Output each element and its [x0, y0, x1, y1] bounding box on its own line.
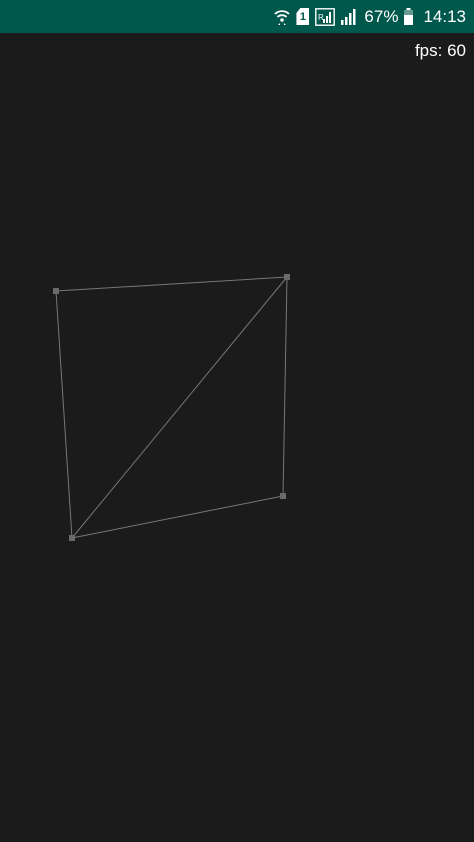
vertex-handle-top-left[interactable] [53, 288, 59, 294]
vertex-handle-top-right[interactable] [284, 274, 290, 280]
status-icons: 1 R 67% 14:13 [274, 0, 466, 33]
battery-icon [404, 8, 414, 25]
wifi-icon [274, 8, 291, 26]
app-screen: 1 R 67% 14:13 fps: 60 [0, 0, 474, 842]
mesh-edge-top [55, 276, 288, 292]
sim-icon: 1 [296, 8, 310, 25]
mesh-vertices[interactable] [53, 274, 290, 541]
vertex-handle-bottom-right[interactable] [280, 493, 286, 499]
mesh-edge-right [282, 276, 288, 497]
clock: 14:13 [423, 6, 466, 26]
mesh-canvas[interactable] [0, 33, 474, 842]
signal-r-icon: R [315, 7, 336, 26]
mesh-edge-bottom [71, 495, 284, 539]
mesh-edges [55, 276, 288, 539]
battery-percent: 67% [364, 6, 399, 26]
mesh-edge-left [55, 290, 73, 539]
vertex-handle-bottom-left[interactable] [69, 535, 75, 541]
status-bar: 1 R 67% 14:13 [0, 0, 474, 33]
signal-icon [341, 8, 357, 25]
mesh-edge-diagonal [71, 276, 288, 539]
